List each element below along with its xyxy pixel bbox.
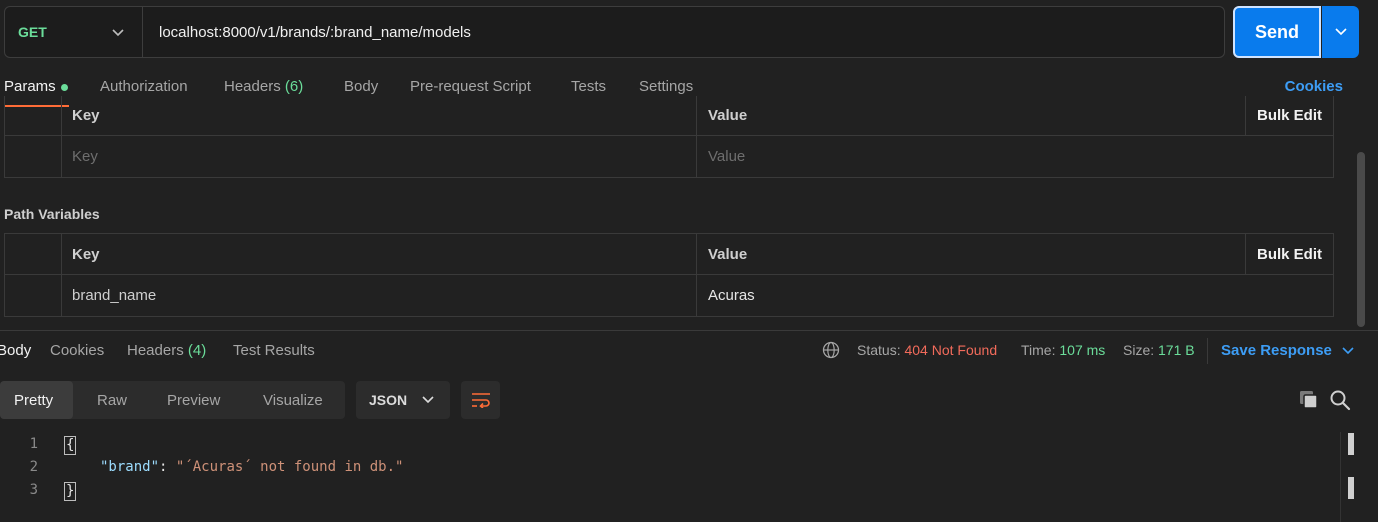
time-value: 107 ms [1059, 342, 1106, 358]
size-label: Size: [1123, 342, 1155, 358]
checkbox-column-header [5, 234, 62, 274]
status-indicator[interactable]: Status: 404 Not Found [857, 342, 997, 358]
tab-response-headers-label: Headers [127, 342, 184, 359]
tab-headers-label: Headers [224, 78, 281, 95]
key-input[interactable]: Key [62, 136, 697, 177]
tab-authorization[interactable]: Authorization [100, 78, 188, 95]
table-row: brand_name Acuras [5, 275, 1333, 316]
size-value: 171 B [1158, 342, 1195, 358]
view-visualize-button[interactable]: Visualize [263, 381, 323, 419]
bulk-edit-button[interactable]: Bulk Edit [1245, 96, 1333, 135]
cookies-link[interactable]: Cookies [1285, 78, 1343, 95]
send-options-button[interactable] [1322, 6, 1359, 58]
path-variable-value-input[interactable]: Acuras [698, 275, 1245, 316]
json-string-value: "´Acuras´ not found in db." [175, 459, 404, 475]
row-checkbox[interactable] [5, 136, 62, 177]
tab-prerequest-script[interactable]: Pre-request Script [410, 78, 531, 95]
table-header-row: Key Value Bulk Edit [5, 96, 1333, 136]
wrap-lines-icon [471, 393, 490, 408]
json-key: "brand" [100, 459, 160, 475]
search-icon[interactable] [1329, 389, 1351, 411]
method-label: GET [18, 24, 47, 40]
copy-icon[interactable] [1298, 389, 1320, 411]
url-bar: GET localhost:8000/v1/brands/:brand_name… [4, 6, 1225, 58]
chevron-down-icon [1342, 347, 1354, 355]
tab-response-headers[interactable]: Headers (4) [127, 342, 206, 359]
status-value: 404 Not Found [904, 342, 998, 358]
tab-params-label: Params [4, 78, 56, 95]
format-select[interactable]: JSON [356, 381, 450, 419]
headers-count: (6) [284, 78, 304, 95]
response-headers-count: (4) [187, 342, 207, 359]
table-row: Key Value [5, 136, 1333, 177]
table-header-row: Key Value Bulk Edit [5, 234, 1333, 275]
code-line: 2 "brand": "´Acuras´ not found in db." [0, 455, 1340, 478]
checkbox-column-header [5, 96, 62, 135]
code-text: } [64, 482, 77, 501]
separator [1207, 338, 1208, 364]
query-params-table: Key Value Bulk Edit Key Value [4, 96, 1334, 178]
globe-icon[interactable] [822, 341, 840, 359]
scrollbar[interactable] [1357, 152, 1365, 327]
code-text: { [64, 436, 77, 455]
view-pretty-button[interactable]: Pretty [0, 381, 74, 419]
url-input[interactable]: localhost:8000/v1/brands/:brand_name/mod… [143, 24, 471, 41]
value-column-header: Value [708, 107, 748, 124]
size-indicator[interactable]: Size: 171 B [1123, 342, 1195, 358]
key-column-header: Key [62, 234, 697, 274]
open-brace: { [64, 436, 77, 455]
send-button[interactable]: Send [1233, 6, 1321, 58]
method-select[interactable]: GET [5, 7, 143, 57]
wrap-lines-button[interactable] [461, 381, 500, 419]
editor-scrollbar-marker[interactable] [1348, 477, 1354, 499]
tab-params[interactable]: Params [4, 78, 68, 95]
save-response-label: Save Response [1221, 342, 1332, 359]
editor-scroll-track [1340, 432, 1341, 522]
editor-scrollbar-marker[interactable] [1348, 433, 1354, 455]
format-label: JSON [369, 392, 408, 408]
line-number: 2 [29, 459, 38, 475]
close-brace: } [64, 482, 77, 501]
response-body-editor[interactable]: 1 { 2 "brand": "´Acuras´ not found in db… [0, 432, 1340, 501]
time-indicator[interactable]: Time: 107 ms [1021, 342, 1105, 358]
value-column-header: Value [708, 245, 748, 263]
view-preview-button[interactable]: Preview [167, 381, 220, 419]
line-number: 1 [29, 436, 38, 452]
tab-response-body[interactable]: Body [0, 342, 31, 359]
params-active-dot [60, 83, 68, 91]
tab-headers[interactable]: Headers (6) [224, 78, 303, 95]
view-raw-button[interactable]: Raw [97, 381, 127, 419]
key-column-header: Key [62, 96, 697, 135]
bulk-edit-button[interactable]: Bulk Edit [1245, 234, 1333, 274]
time-label: Time: [1021, 342, 1056, 358]
code-line: 1 { [0, 432, 1340, 455]
path-variable-key: brand_name [62, 275, 697, 316]
path-variables-title: Path Variables [4, 206, 100, 222]
code-line: 3 } [0, 478, 1340, 501]
pane-divider[interactable] [0, 330, 1378, 331]
tab-body[interactable]: Body [344, 78, 378, 95]
path-variables-table: Key Value Bulk Edit brand_name Acuras [4, 233, 1334, 317]
chevron-down-icon [112, 25, 124, 40]
code-text: "brand": "´Acuras´ not found in db." [100, 459, 403, 475]
view-mode-segmented-control: Pretty Raw Preview Visualize [0, 381, 345, 419]
row-checkbox [5, 275, 62, 316]
status-label: Status: [857, 342, 901, 358]
tab-test-results[interactable]: Test Results [233, 342, 315, 359]
chevron-down-icon [422, 396, 434, 404]
json-separator: : [159, 459, 176, 475]
save-response-button[interactable]: Save Response [1221, 342, 1354, 359]
line-number: 3 [29, 482, 38, 498]
tab-tests[interactable]: Tests [571, 78, 606, 95]
tab-settings[interactable]: Settings [639, 78, 693, 95]
tab-response-cookies[interactable]: Cookies [50, 342, 104, 359]
chevron-down-icon [1334, 28, 1347, 36]
value-input[interactable]: Value [698, 136, 1245, 177]
